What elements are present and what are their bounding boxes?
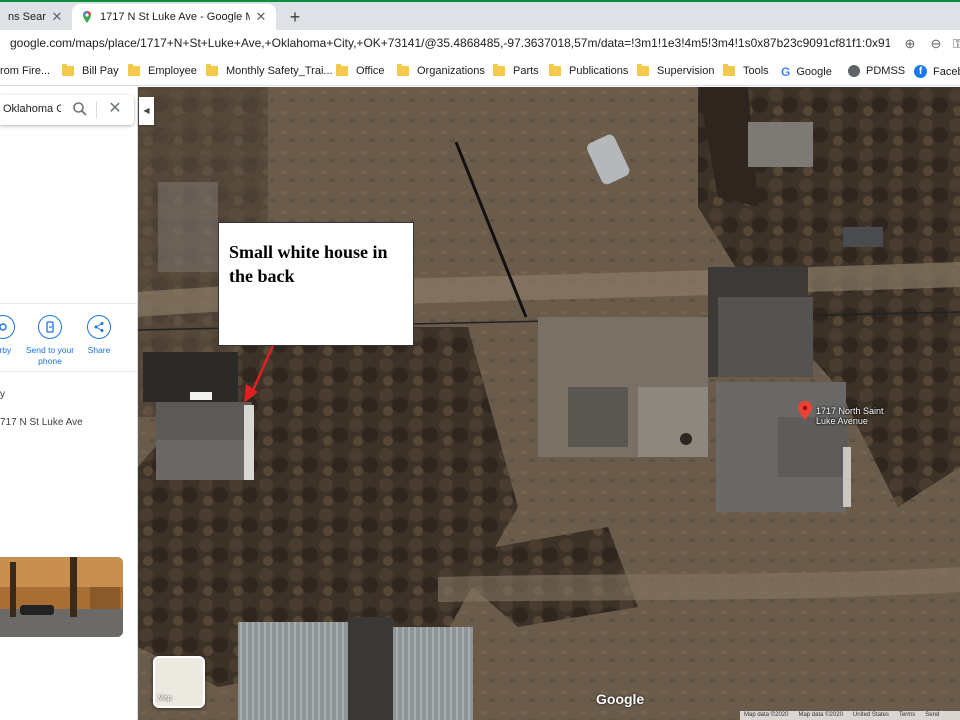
folder-icon <box>336 64 348 76</box>
folder-icon <box>397 64 409 76</box>
folder-icon <box>206 64 218 76</box>
pin-label[interactable]: 1717 North Saint Luke Avenue <box>816 406 896 426</box>
search-box[interactable]: Oklahoma Ci ✕ <box>0 95 134 125</box>
close-icon[interactable]: ✕ <box>50 9 64 25</box>
street-view-image <box>0 557 123 637</box>
tab-strip: ns Search ( ✕ 1717 N St Luke Ave - Googl… <box>0 0 960 30</box>
close-icon[interactable]: ✕ <box>106 99 124 119</box>
bookmark-item[interactable]: Parts <box>493 64 539 77</box>
bookmark-label: PDMSS <box>866 65 906 77</box>
satellite-map[interactable] <box>138 87 960 720</box>
bookmark-label: Employee <box>148 65 197 77</box>
share-button[interactable]: Share <box>69 315 129 356</box>
footer-item: Map data ©2020 <box>798 712 843 718</box>
divider <box>0 371 137 372</box>
divider <box>0 303 137 304</box>
bookmark-item[interactable]: Office <box>336 64 385 77</box>
google-logo: Google <box>596 691 645 707</box>
bookmark-label: Office <box>356 65 385 77</box>
google-maps-icon <box>83 11 91 23</box>
bookmark-item[interactable]: Employee <box>128 64 197 77</box>
bookmark-item[interactable]: Publications <box>549 64 629 77</box>
screen: ns Search ( ✕ 1717 N St Luke Ave - Googl… <box>0 0 960 720</box>
facebook-icon: f <box>914 65 927 78</box>
bookmark-item[interactable]: PDMSS <box>848 65 905 77</box>
tab-search[interactable]: ns Search ( ✕ <box>0 4 72 30</box>
address-text[interactable]: 717 N St Luke Ave <box>0 417 83 428</box>
street-view-thumbnail[interactable] <box>0 557 123 637</box>
send-to-phone-icon <box>38 315 62 339</box>
add-icon[interactable]: ⊕ <box>902 36 918 52</box>
bookmark-item[interactable]: Bill Pay <box>62 64 119 77</box>
bookmark-label: Organizations <box>417 65 485 77</box>
bookmark-label: rom Fire... <box>0 65 51 77</box>
folder-icon <box>493 64 505 76</box>
url-field[interactable]: google.com/maps/place/1717+N+St+Luke+Ave… <box>10 36 890 50</box>
bookmark-label: Google <box>796 66 832 78</box>
tab-title: ns Search ( <box>8 11 46 23</box>
bookmarks-bar: rom Fire... Bill Pay Employee Monthly Sa… <box>0 58 960 86</box>
footer-item: Map data ©2020 <box>744 712 789 718</box>
bookmark-label: Parts <box>513 65 539 77</box>
action-label: Share <box>87 345 111 355</box>
close-icon[interactable]: ✕ <box>254 9 268 25</box>
folder-icon <box>723 64 735 76</box>
bookmark-label: Supervision <box>657 65 715 77</box>
satellite-imagery <box>138 87 960 720</box>
bookmark-item[interactable]: G Google <box>781 65 832 79</box>
bookmark-item[interactable]: Organizations <box>397 64 485 77</box>
share-icon <box>87 315 111 339</box>
annotation-text: Small white house in the back <box>229 242 388 286</box>
annotation-callout: Small white house in the back <box>218 222 414 346</box>
bookmark-label: Monthly Safety_Trai... <box>226 65 333 77</box>
bookmark-item[interactable]: f Faceb <box>914 65 960 78</box>
bookmark-item[interactable]: Monthly Safety_Trai... <box>206 64 333 77</box>
search-input[interactable]: Oklahoma Ci <box>3 103 61 115</box>
folder-icon <box>549 64 561 76</box>
minimap-label: Map <box>158 695 172 702</box>
footer-item[interactable]: Terms <box>899 711 915 720</box>
folder-icon <box>128 64 140 76</box>
search-icon[interactable] <box>72 101 88 117</box>
partial-label: y <box>0 389 5 400</box>
bookmark-item[interactable]: Tools <box>723 64 769 77</box>
new-tab-button[interactable]: + <box>284 6 306 28</box>
map-type-toggle[interactable]: Map <box>153 656 205 708</box>
footer-item[interactable]: United States <box>853 711 889 720</box>
google-icon: G <box>781 65 791 79</box>
zoom-icon[interactable]: ⊖ <box>928 36 944 52</box>
folder-icon <box>637 64 649 76</box>
tab-title: 1717 N St Luke Ave - Google Ma <box>100 11 250 23</box>
side-panel: Oklahoma Ci ✕ arby Send to your phone <box>0 87 138 720</box>
collapse-panel-button[interactable]: ◀ <box>139 97 154 125</box>
bookmark-item[interactable]: Supervision <box>637 64 715 77</box>
folder-icon <box>62 64 74 76</box>
globe-icon <box>848 65 860 77</box>
map-footer: Map data ©2020 Map data ©2020 United Sta… <box>740 711 960 720</box>
nearby-icon <box>0 315 15 339</box>
bookmark-label: Faceb <box>933 65 960 78</box>
bookmark-label: Tools <box>743 65 769 77</box>
bookmark-label: Bill Pay <box>82 65 119 77</box>
bookmark-label: Publications <box>569 65 629 77</box>
search-divider <box>96 101 97 119</box>
bookmark-item[interactable]: rom Fire... <box>0 65 50 77</box>
tab-google-maps[interactable]: 1717 N St Luke Ave - Google Ma ✕ <box>72 4 276 30</box>
footer-item[interactable]: Send <box>925 711 939 720</box>
key-icon[interactable]: ⚿ <box>950 36 960 52</box>
address-bar: google.com/maps/place/1717+N+St+Luke+Ave… <box>0 30 960 58</box>
